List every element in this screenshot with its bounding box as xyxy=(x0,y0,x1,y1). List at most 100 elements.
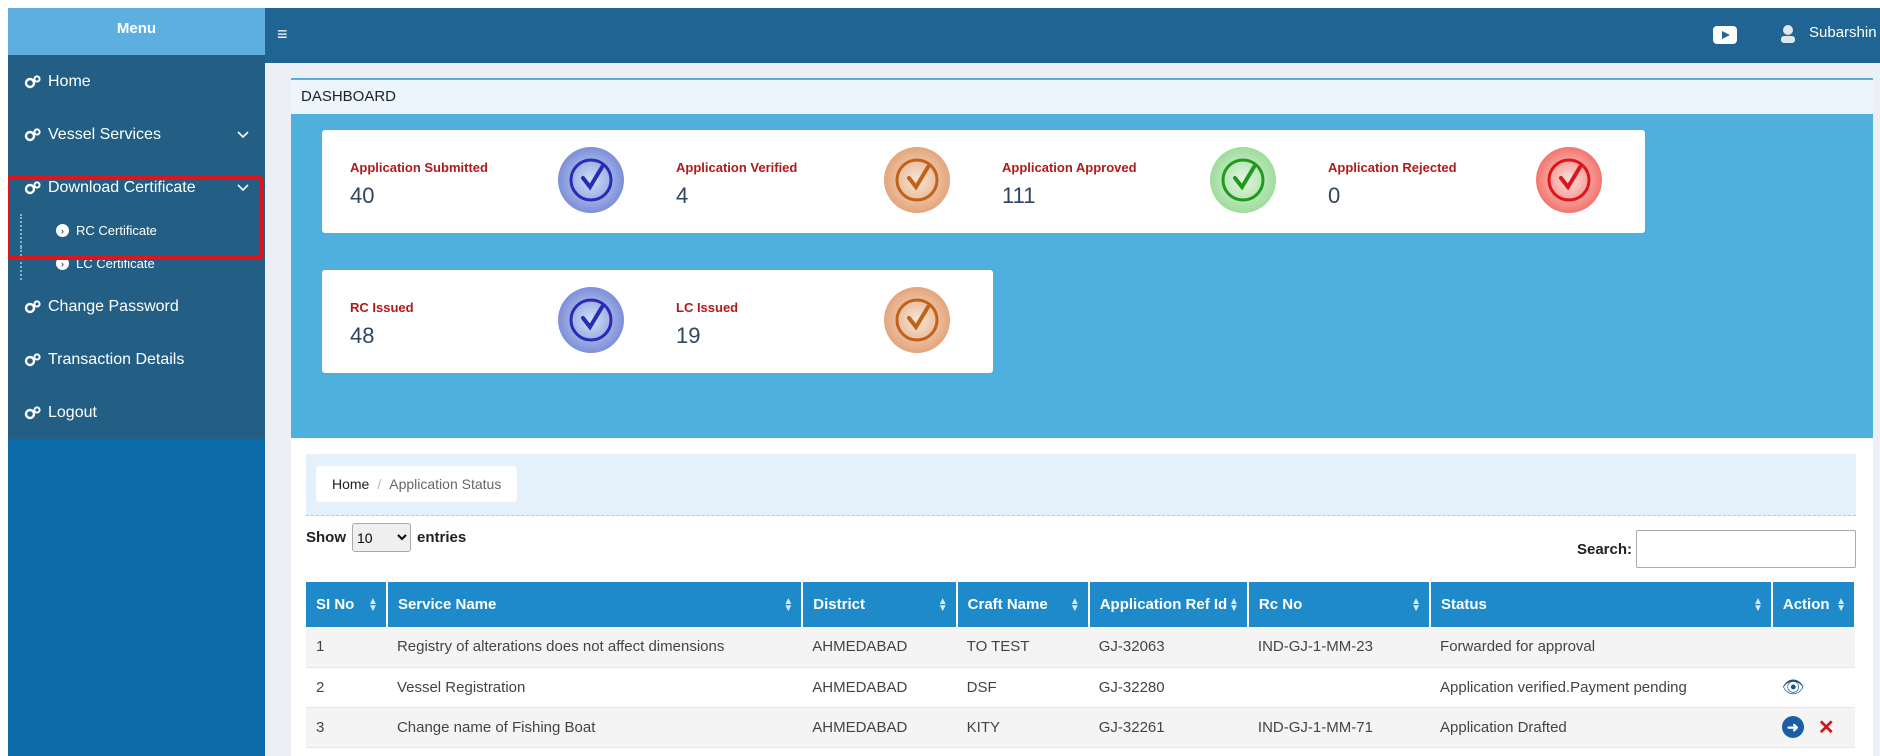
gears-icon xyxy=(24,180,41,194)
application-status-section: Home / Application Status Show 10 entrie… xyxy=(291,438,1873,756)
cell-craft-name: KITY xyxy=(956,707,1089,748)
circle-arrow-right-icon: › xyxy=(56,224,69,237)
cell-application-ref-id: GJ-32063 xyxy=(1088,627,1248,668)
stat-card-label: LC Issued xyxy=(676,300,739,315)
search-input[interactable] xyxy=(1636,530,1856,568)
entries-control: Show 10 entries xyxy=(306,523,466,552)
table-row: 3 Change name of Fishing Boat AHMEDABAD … xyxy=(306,707,1855,748)
stat-card-application-submitted[interactable]: Application Submitted 40 xyxy=(322,130,667,233)
stat-card-label: Application Verified xyxy=(676,160,798,175)
cell-district: AHMEDABAD xyxy=(802,707,957,748)
stat-card-application-verified[interactable]: Application Verified 4 xyxy=(648,130,993,233)
check-circle-icon xyxy=(884,287,950,353)
column-header-service-name[interactable]: Service Name ▲ ▼ xyxy=(386,582,804,627)
sidebar-item-home[interactable]: Home xyxy=(8,55,265,108)
column-header-status[interactable]: Status ▲ ▼ xyxy=(1430,582,1773,627)
entries-select[interactable]: 10 xyxy=(352,523,411,552)
cell-status: Application Drafted xyxy=(1430,707,1772,748)
cell-application-ref-id: GJ-32280 xyxy=(1088,667,1248,708)
column-header-application-ref-id[interactable]: Application Ref Id ▲ ▼ xyxy=(1088,582,1249,627)
table-row: 2 Vessel Registration AHMEDABAD DSF GJ-3… xyxy=(306,667,1855,708)
cell-district: AHMEDABAD xyxy=(802,667,957,708)
cell-status: Application verified.Payment pending xyxy=(1430,667,1772,708)
column-header-district[interactable]: District ▲ ▼ xyxy=(802,582,958,627)
stat-card-value: 0 xyxy=(1328,183,1341,208)
eye-icon[interactable]: 👁 xyxy=(1782,677,1805,698)
avatar[interactable] xyxy=(1779,23,1797,43)
sidebar-subitem-label: RC Certificate xyxy=(76,223,157,238)
stat-card-value: 4 xyxy=(676,183,689,208)
cell-rc-no xyxy=(1247,667,1431,708)
breadcrumb-bar: Home / Application Status xyxy=(306,454,1856,516)
cell-action xyxy=(1771,627,1855,668)
sidebar-subitem-lc-certificate[interactable]: › LC Certificate xyxy=(20,247,265,280)
breadcrumb-home-link[interactable]: Home xyxy=(332,476,369,492)
application-status-table: SI No ▲ ▼ Service Name ▲ ▼ District ▲ ▼ Craft … xyxy=(306,582,1857,748)
sort-icon: ▲ ▼ xyxy=(1069,595,1080,614)
gears-icon xyxy=(24,352,41,366)
sidebar-item-transaction-details[interactable]: Transaction Details xyxy=(8,333,265,386)
check-circle-icon xyxy=(558,287,624,353)
app-frame: Menu Home Vessel Services Download Certi… xyxy=(8,8,1880,756)
gears-icon xyxy=(24,405,41,419)
stat-card-value: 48 xyxy=(350,323,375,348)
dashboard-title: DASHBOARD xyxy=(291,78,1873,114)
hamburger-menu-icon[interactable]: ≡ xyxy=(277,24,288,45)
top-bar: ≡ Subarshin xyxy=(265,8,1880,63)
sidebar-nav: Home Vessel Services Download Certificat… xyxy=(8,55,265,439)
sidebar-item-label: Vessel Services xyxy=(48,125,161,143)
check-circle-icon xyxy=(1210,147,1276,213)
sidebar-item-download-certificate[interactable]: Download Certificate xyxy=(8,161,265,214)
cell-rc-no: IND-GJ-1-MM-71 xyxy=(1247,707,1431,748)
breadcrumb-current: Application Status xyxy=(389,476,502,492)
chevron-down-icon xyxy=(237,183,249,191)
sidebar-item-vessel-services[interactable]: Vessel Services xyxy=(8,108,265,161)
delete-x-icon[interactable]: ✕ xyxy=(1818,715,1835,740)
gears-icon xyxy=(24,74,41,88)
stat-card-label: Application Rejected xyxy=(1328,160,1457,175)
gears-icon xyxy=(24,127,41,141)
user-name[interactable]: Subarshin xyxy=(1809,24,1877,41)
sort-icon: ▲ ▼ xyxy=(1229,595,1239,614)
sort-icon: ▲ ▼ xyxy=(1411,595,1422,614)
stat-card-value: 19 xyxy=(676,323,701,348)
stat-card-application-approved[interactable]: Application Approved 111 xyxy=(974,130,1319,233)
column-header-craft-name[interactable]: Craft Name ▲ ▼ xyxy=(956,582,1090,627)
check-circle-icon xyxy=(884,147,950,213)
cell-action: 👁 xyxy=(1771,667,1855,708)
column-header-si-no[interactable]: SI No ▲ ▼ xyxy=(306,582,388,627)
stat-card-lc-issued[interactable]: LC Issued 19 xyxy=(648,270,993,373)
sidebar-item-logout[interactable]: Logout xyxy=(8,386,265,439)
stat-card-application-rejected[interactable]: Application Rejected 0 xyxy=(1300,130,1645,233)
cell-si-no: 2 xyxy=(306,667,387,708)
sort-icon: ▲ ▼ xyxy=(1836,595,1846,614)
cell-service-name: Registry of alterations does not affect … xyxy=(386,627,803,668)
download-certificate-submenu: › RC Certificate › LC Certificate xyxy=(8,214,265,280)
column-header-rc-no[interactable]: Rc No ▲ ▼ xyxy=(1247,582,1432,627)
table-header-row: SI No ▲ ▼ Service Name ▲ ▼ District ▲ ▼ Craft … xyxy=(306,582,1857,627)
cell-craft-name: DSF xyxy=(956,667,1089,708)
dashboard-panel: Application Submitted 40 Application Ver… xyxy=(291,114,1873,438)
sidebar-item-label: Download Certificate xyxy=(48,178,196,196)
sidebar-subitem-rc-certificate[interactable]: › RC Certificate xyxy=(20,214,265,247)
sidebar-item-label: Transaction Details xyxy=(48,350,185,368)
sidebar-item-label: Home xyxy=(48,72,91,90)
sidebar-item-label: Logout xyxy=(48,403,97,421)
cell-si-no: 1 xyxy=(306,627,387,668)
gears-icon xyxy=(24,299,41,313)
search-label: Search: xyxy=(1576,540,1632,558)
sort-icon: ▲ ▼ xyxy=(368,595,378,614)
column-header-action[interactable]: Action ▲ ▼ xyxy=(1771,582,1857,627)
sidebar-item-change-password[interactable]: Change Password xyxy=(8,280,265,333)
sidebar-item-label: Change Password xyxy=(48,297,179,315)
cell-action: ➜ ✕ xyxy=(1771,707,1855,748)
cell-craft-name: TO TEST xyxy=(956,627,1089,668)
check-circle-icon xyxy=(558,147,624,213)
stat-card-rc-issued[interactable]: RC Issued 48 xyxy=(322,270,667,373)
youtube-icon[interactable] xyxy=(1713,26,1737,44)
cell-status: Forwarded for approval xyxy=(1430,627,1772,668)
arrow-right-circle-icon[interactable]: ➜ xyxy=(1781,716,1804,738)
stat-card-label: Application Approved xyxy=(1002,160,1137,175)
show-label: Show xyxy=(306,529,346,546)
stat-card-label: RC Issued xyxy=(350,300,414,315)
